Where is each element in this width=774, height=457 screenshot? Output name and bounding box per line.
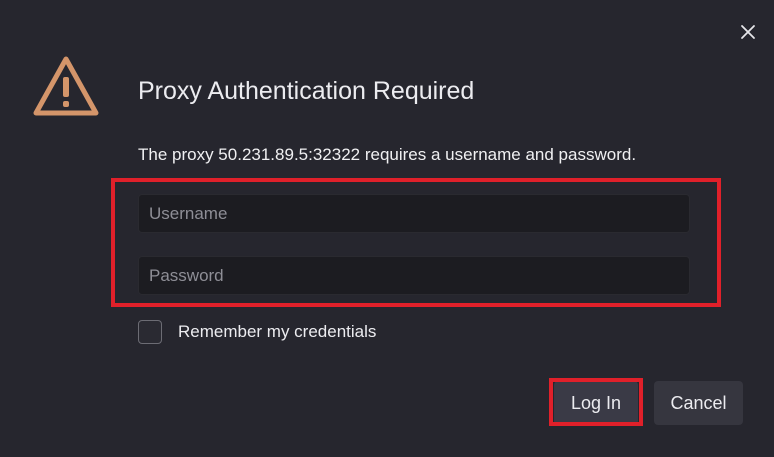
close-icon: [741, 25, 755, 39]
login-button[interactable]: Log In: [554, 381, 638, 425]
dialog-message: The proxy 50.231.89.5:32322 requires a u…: [138, 145, 637, 164]
cancel-button[interactable]: Cancel: [654, 381, 743, 425]
proxy-auth-dialog: Proxy Authentication Required The proxy …: [0, 0, 774, 457]
credentials-highlight-box: [111, 178, 721, 307]
warning-triangle-icon: [33, 56, 99, 116]
close-button[interactable]: [734, 18, 762, 46]
remember-label: Remember my credentials: [178, 322, 377, 341]
remember-checkbox[interactable]: [138, 320, 162, 344]
remember-credentials-option[interactable]: Remember my credentials: [138, 318, 376, 346]
dialog-title: Proxy Authentication Required: [138, 77, 475, 105]
